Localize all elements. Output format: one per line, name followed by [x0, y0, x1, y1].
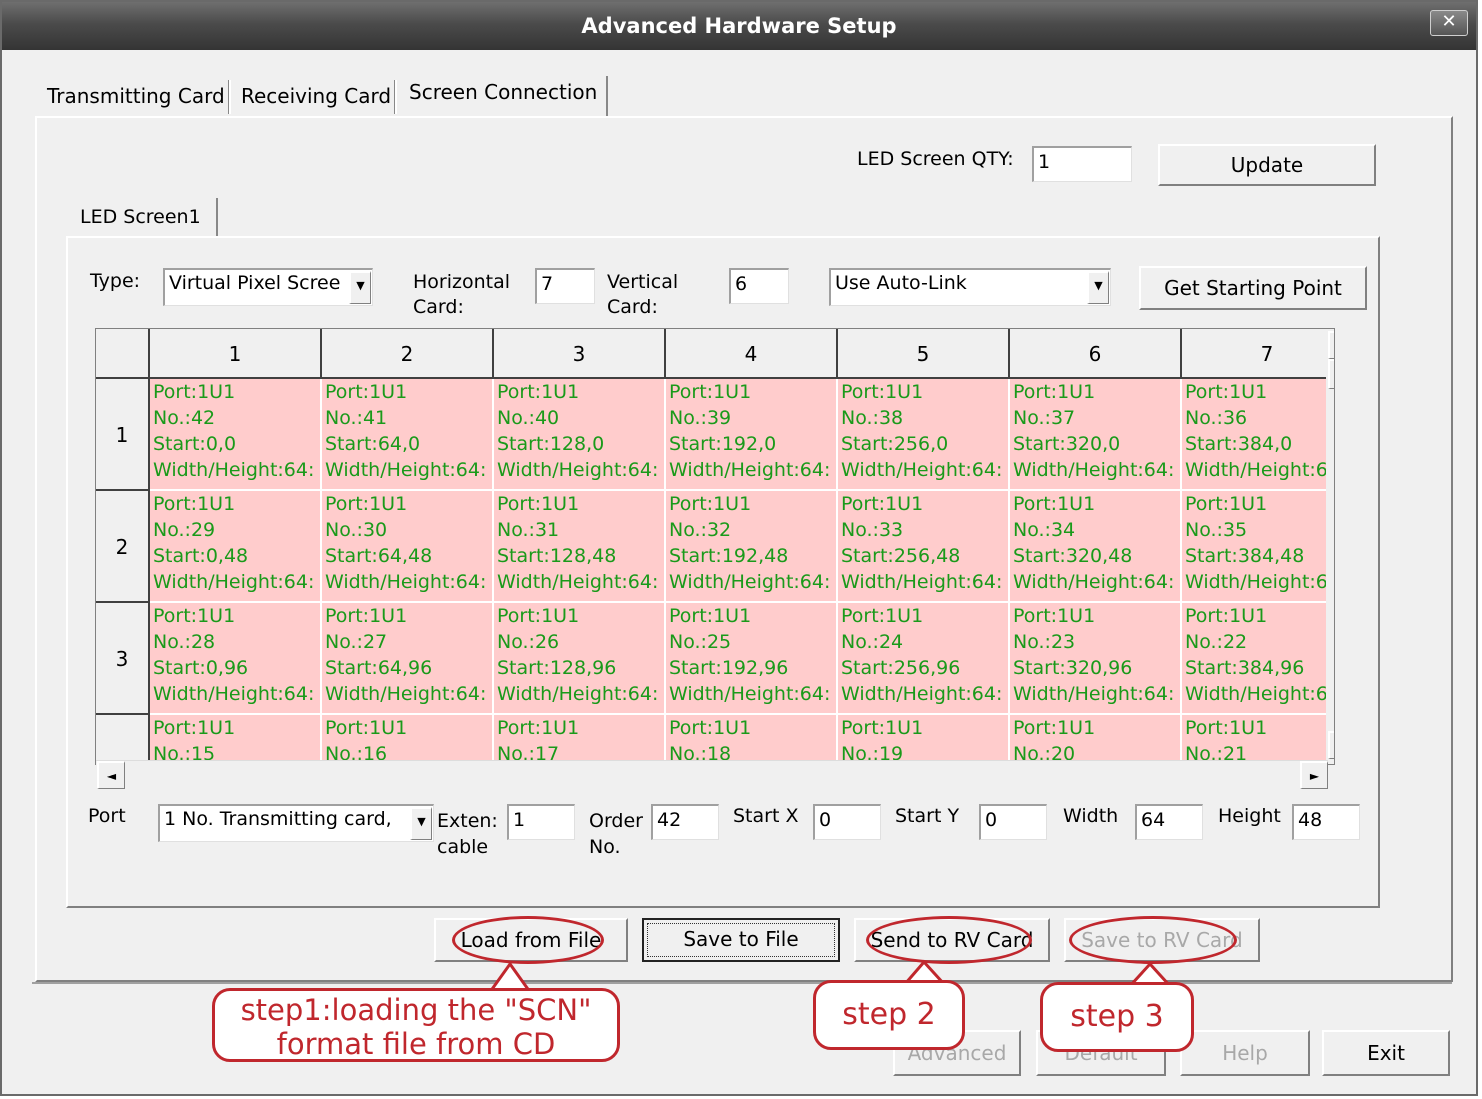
- callout-pointers: [487, 959, 1174, 994]
- step1-callout-line2: format file from CD: [276, 1027, 556, 1061]
- step1-callout-line1: step1:loading the "SCN": [240, 993, 592, 1027]
- scroll-right-icon[interactable]: ►: [1300, 761, 1328, 789]
- scroll-left-icon[interactable]: ◄: [97, 761, 125, 789]
- grid-horizontal-scrollbar[interactable]: [96, 760, 1328, 791]
- step1-callout: step1:loading the "SCN" format file from…: [212, 988, 620, 1062]
- step2-callout: step 2: [813, 980, 965, 1050]
- step3-callout: step 3: [1040, 982, 1194, 1052]
